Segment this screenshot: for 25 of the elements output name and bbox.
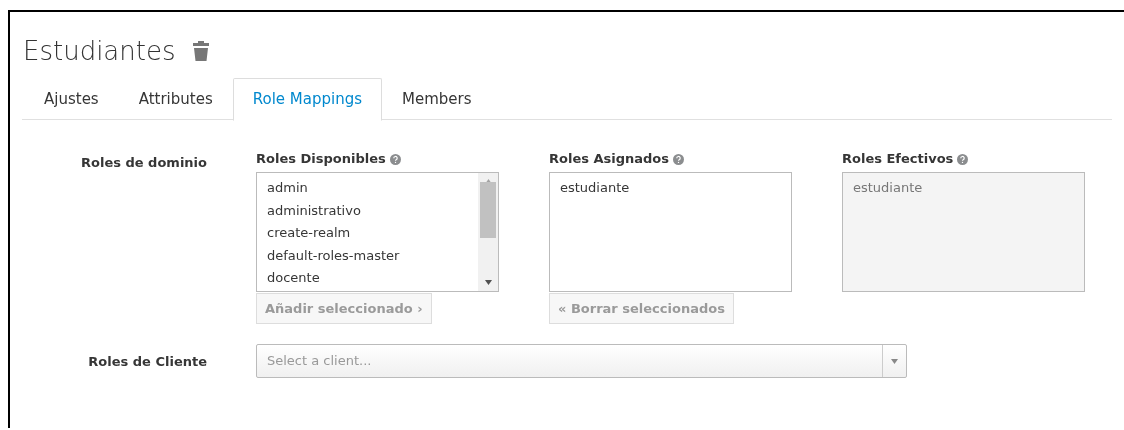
page-title: Estudiantes (23, 35, 176, 68)
column-heading: Roles Efectivos (842, 150, 954, 168)
scrollbar[interactable] (478, 173, 498, 291)
tab[interactable]: Role Mappings (232, 78, 383, 121)
column-heading: Roles Asignados (549, 150, 670, 168)
scroll-down-icon[interactable] (484, 280, 492, 285)
list-option[interactable]: admin (267, 177, 478, 200)
help-icon[interactable] (957, 153, 969, 165)
list-option[interactable]: docente (267, 267, 478, 290)
role-listbox[interactable]: estudiante (549, 172, 792, 292)
field-label: Roles de dominio (81, 155, 207, 170)
help-icon[interactable] (389, 153, 401, 165)
tab[interactable]: Attributes (118, 78, 233, 120)
list-option[interactable]: create-realm (267, 222, 478, 245)
tab[interactable]: Members (382, 78, 492, 120)
list-option[interactable]: estudiante (560, 177, 791, 200)
field-label: Roles de Cliente (88, 354, 207, 369)
list-option[interactable]: default-roles-master (267, 244, 478, 267)
list-option[interactable]: administrativo (267, 199, 478, 222)
caret-icon (891, 358, 898, 364)
column-heading: Roles Disponibles (256, 150, 386, 168)
help-icon[interactable] (673, 153, 685, 165)
role-listbox[interactable]: admin administrativo create-realm default-roles-master docente (256, 172, 499, 292)
trash-icon[interactable] (191, 40, 210, 62)
tab[interactable]: Ajustes (24, 78, 119, 120)
